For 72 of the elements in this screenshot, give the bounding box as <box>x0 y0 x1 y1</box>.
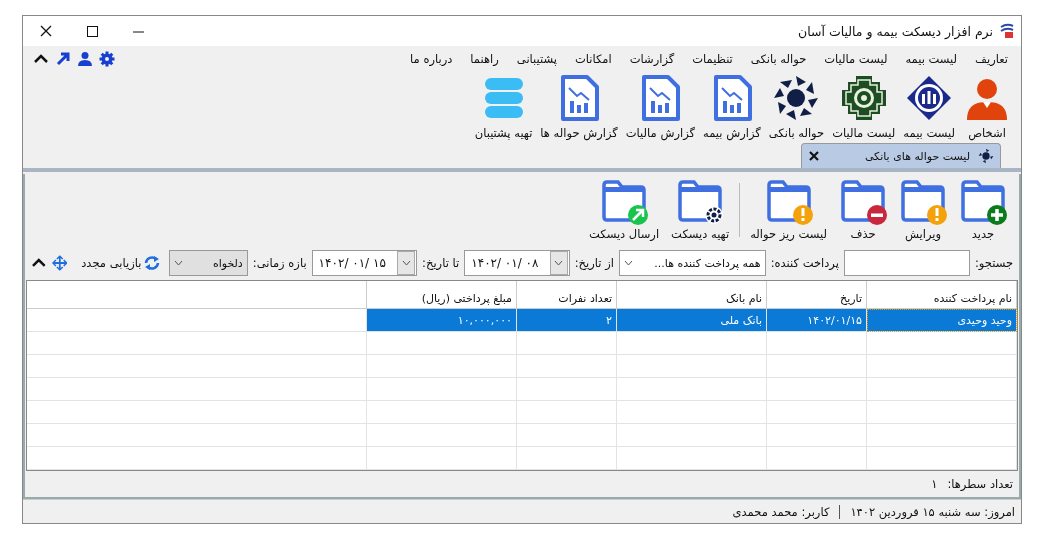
caret-icon <box>401 260 411 267</box>
search-field[interactable] <box>843 250 970 277</box>
folder-emblem-icon <box>676 179 725 226</box>
ribbon-button[interactable]: لیست بیمه <box>899 72 959 143</box>
emblem-icon <box>905 74 954 123</box>
table-cell: بانک ملی <box>616 308 767 332</box>
toolbar-button[interactable]: جدید <box>955 179 1011 242</box>
column-header[interactable]: تاریخ <box>766 281 867 309</box>
table-cell: ۱۰,۰۰۰,۰۰۰ <box>366 308 517 332</box>
column-header[interactable]: تعداد نفرات <box>516 281 617 309</box>
toolbar-button[interactable]: ویرایش <box>895 179 951 242</box>
menu-item[interactable]: امکانات <box>565 48 621 71</box>
folder-warning-icon <box>764 179 813 226</box>
to-date-field[interactable]: ۱۴۰۲/ ۰۱/ ۱۵ <box>311 250 418 277</box>
ribbon-button[interactable]: لیست مالیات <box>828 72 900 143</box>
ribbon-button[interactable]: گزارش مالیات <box>621 72 699 143</box>
payer-dropdown[interactable]: همه پرداخت کننده ها... <box>618 250 766 277</box>
from-date-label: از تاریخ: <box>574 256 614 271</box>
caret-icon <box>623 260 633 267</box>
user-icon[interactable] <box>77 51 93 68</box>
refresh-button[interactable]: بازیابی مجدد <box>77 255 165 272</box>
row-count-value: ۱ <box>931 477 938 492</box>
ribbon-button[interactable]: حواله بانکی <box>764 72 829 143</box>
refresh-icon <box>144 255 161 272</box>
folder-remove-icon <box>839 179 887 226</box>
close-icon[interactable] <box>40 25 52 37</box>
ribbon-button[interactable]: گزارش بیمه <box>699 72 765 143</box>
range-label: بازه زمانی: <box>252 256 307 271</box>
arrow-icon[interactable] <box>55 51 71 68</box>
range-dropdown[interactable]: دلخواه <box>169 250 248 277</box>
caret-icon <box>174 260 184 267</box>
caret-icon <box>554 260 564 267</box>
window-title: نرم افزار دیسکت بیمه و مالیات آسان <box>797 23 993 39</box>
menu-item[interactable]: درباره ما <box>401 48 462 71</box>
emblem-icon <box>978 148 994 165</box>
menu-item[interactable]: تنظیمات <box>683 48 742 71</box>
folder-add-icon <box>959 179 1007 226</box>
menu-item[interactable]: پشتیبانی <box>507 48 566 71</box>
row-count-label: تعداد سطرها: <box>947 477 1013 492</box>
tab[interactable]: لیست حواله های بانکی <box>801 143 1001 169</box>
table-cell: وحید وحیدی <box>866 308 1017 332</box>
toolbar-button[interactable]: لیست ریز حواله <box>746 179 831 242</box>
emblem-icon <box>839 74 888 123</box>
app-logo-icon <box>999 23 1015 39</box>
ribbon-button[interactable]: گزارش حواله ها <box>536 72 622 143</box>
date-status: امروز: سه شنبه ۱۵ فروردین ۱۴۰۲ <box>850 504 1015 519</box>
folder-warning-icon <box>899 179 947 226</box>
from-date-field[interactable]: ۱۴۰۲/ ۰۱/ ۰۸ <box>464 250 570 277</box>
folder-send-icon <box>600 179 649 226</box>
close-icon[interactable] <box>808 150 820 163</box>
menu-item[interactable]: راهنما <box>461 48 508 71</box>
move-icon[interactable] <box>51 255 68 272</box>
toolbar-button[interactable]: تهیه دیسکت <box>667 179 734 242</box>
user-status: کاربر: محمد محمدی <box>732 504 830 519</box>
menu-item[interactable]: تعاریف <box>966 48 1017 71</box>
column-header[interactable]: نام بانک <box>616 281 767 309</box>
menu-item[interactable]: لیست بیمه <box>896 48 967 71</box>
payer-label: پرداخت کننده: <box>770 256 839 271</box>
maximize-icon[interactable] <box>86 25 98 37</box>
toolbar-button[interactable]: ارسال دیسکت <box>585 179 664 242</box>
column-header[interactable]: نام پرداخت کننده <box>866 281 1017 309</box>
menu-item[interactable]: گزارشات <box>620 48 684 71</box>
ribbon-button[interactable]: اشخاص <box>959 72 1015 143</box>
search-label: جستجو: <box>974 256 1013 271</box>
to-date-label: تا تاریخ: <box>422 256 460 271</box>
settings-icon[interactable] <box>99 51 115 68</box>
menu-item[interactable]: لیست مالیات <box>815 48 897 71</box>
column-header[interactable]: مبلغ پرداختی (ریال) <box>366 281 517 309</box>
menu-item[interactable]: حواله بانکی <box>741 48 816 71</box>
emblem-icon <box>772 74 821 123</box>
ribbon-button[interactable]: تهیه پشتیبان <box>470 72 537 143</box>
toolbar-button[interactable]: حذف <box>835 179 891 242</box>
